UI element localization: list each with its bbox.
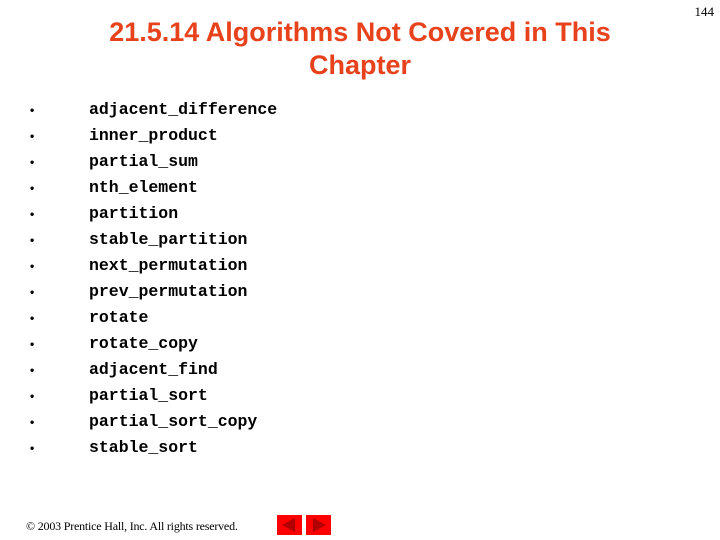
item-text: partial_sort	[89, 386, 208, 405]
bullet-icon: •	[30, 129, 35, 143]
bullet-icon: •	[30, 259, 35, 273]
item-text: rotate_copy	[89, 334, 198, 353]
item-text: nth_element	[89, 178, 198, 197]
list-item: • prev_permutation	[30, 279, 277, 305]
item-text: partition	[89, 204, 179, 223]
item-text: inner_product	[89, 126, 218, 145]
slide-number: 144	[694, 4, 715, 19]
bullet-icon: •	[30, 337, 35, 351]
list-item: • rotate_copy	[30, 331, 277, 357]
item-text: partial_sum	[89, 152, 198, 171]
next-slide-button[interactable]	[306, 515, 331, 535]
list-item: • partial_sort_copy	[30, 409, 277, 435]
item-text: stable_partition	[89, 230, 248, 249]
bullet-icon: •	[30, 233, 35, 247]
bullet-icon: •	[30, 181, 35, 195]
previous-slide-button[interactable]	[277, 515, 302, 535]
algorithm-list: • adjacent_difference • inner_product • par…	[30, 97, 277, 461]
list-item: • adjacent_find	[30, 357, 277, 383]
item-text: adjacent_difference	[89, 100, 278, 119]
item-text: rotate	[89, 308, 149, 327]
list-item: • partial_sort	[30, 383, 277, 409]
list-item: • inner_product	[30, 123, 277, 149]
bullet-icon: •	[30, 415, 35, 429]
list-item: • partition	[30, 201, 277, 227]
triangle-left-icon	[282, 518, 295, 532]
bullet-icon: •	[30, 389, 35, 403]
bullet-icon: •	[30, 103, 35, 117]
item-text: partial_sort_copy	[89, 412, 258, 431]
bullet-icon: •	[30, 285, 35, 299]
list-item: • stable_sort	[30, 435, 277, 461]
bullet-icon: •	[30, 155, 35, 169]
item-text: stable_sort	[89, 438, 198, 457]
list-item: • next_permutation	[30, 253, 277, 279]
triangle-right-icon	[313, 518, 326, 532]
list-item: • partial_sum	[30, 149, 277, 175]
list-item: • rotate	[30, 305, 277, 331]
list-item: • nth_element	[30, 175, 277, 201]
item-text: prev_permutation	[89, 282, 248, 301]
bullet-icon: •	[30, 311, 35, 325]
item-text: next_permutation	[89, 256, 248, 275]
bullet-icon: •	[30, 207, 35, 221]
copyright-footer: © 2003 Prentice Hall, Inc. All rights re…	[26, 519, 238, 533]
list-item: • adjacent_difference	[30, 97, 277, 123]
bullet-icon: •	[30, 441, 35, 455]
slide-title: 21.5.14 Algorithms Not Covered in This C…	[109, 17, 611, 80]
item-text: adjacent_find	[89, 360, 218, 379]
bullet-icon: •	[30, 363, 35, 377]
list-item: • stable_partition	[30, 227, 277, 253]
